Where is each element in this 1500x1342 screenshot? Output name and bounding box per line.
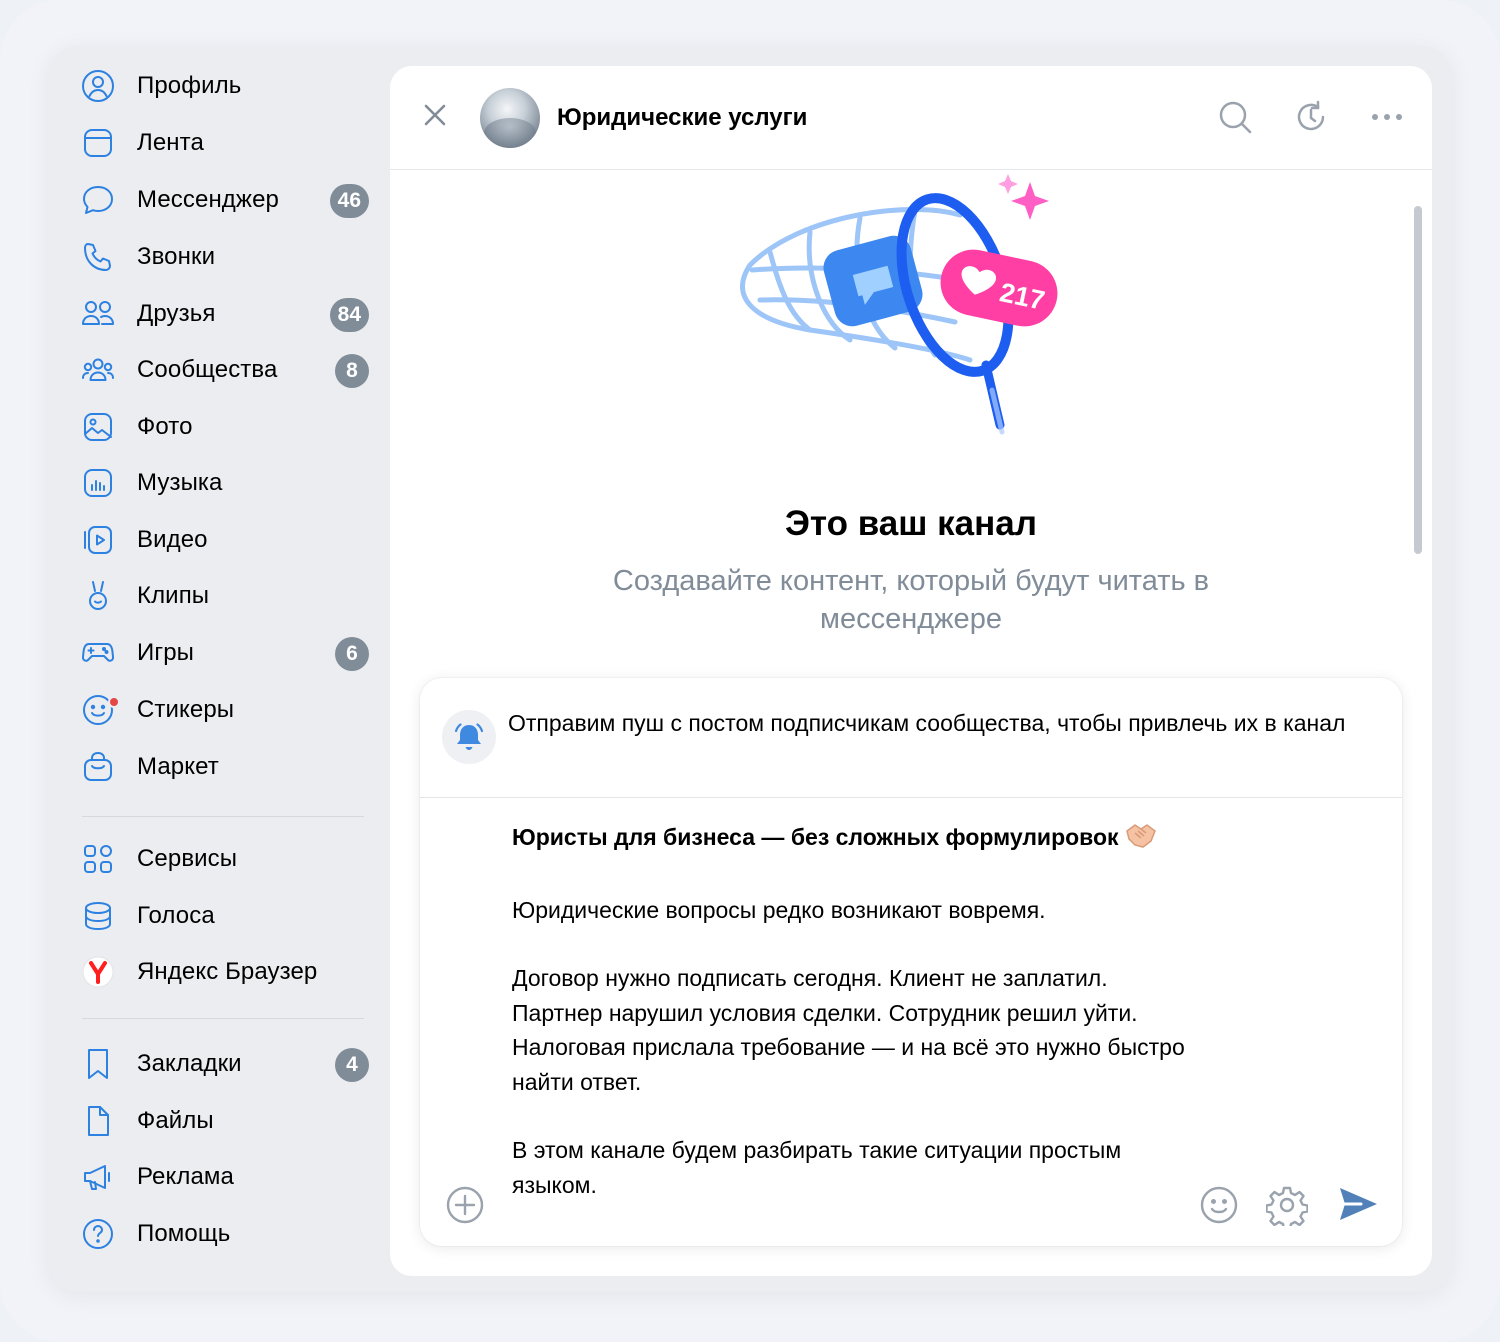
sidebar-item-label: Яндекс Браузер [137, 958, 318, 985]
communities-icon [78, 350, 118, 390]
sidebar-item-games[interactable]: Игры 6 [78, 627, 378, 679]
sidebar-item-messenger[interactable]: Мессенджер 46 [78, 174, 378, 226]
gamepad-icon [78, 633, 118, 673]
sidebar-item-market[interactable]: Маркет [78, 741, 378, 793]
market-icon [78, 747, 118, 787]
sidebar-item-bookmarks[interactable]: Закладки 4 [78, 1038, 378, 1090]
sidebar-item-label: Друзья [137, 300, 216, 327]
sidebar-item-photo[interactable]: Фото [78, 401, 378, 453]
sidebar-item-label: Закладки [137, 1050, 242, 1077]
clips-icon [78, 576, 118, 616]
chat-panel: Юридические услуги 217 Это ваш канал Соз… [390, 66, 1432, 1276]
sidebar-item-label: Профиль [137, 72, 242, 99]
sidebar-item-files[interactable]: Файлы [78, 1095, 378, 1147]
sidebar-item-services[interactable]: Сервисы [78, 833, 378, 885]
history-icon[interactable] [1292, 98, 1330, 136]
page-background: Профиль Лента Мессенджер 46 Звонки Друзь… [0, 0, 1500, 1342]
bookmark-icon [78, 1044, 118, 1084]
search-icon[interactable] [1216, 98, 1254, 136]
megaphone-icon [78, 1157, 118, 1197]
sidebar-item-yandex-browser[interactable]: Яндекс Браузер [78, 946, 378, 998]
sticker-icon [78, 690, 120, 730]
sidebar-divider [82, 816, 364, 817]
push-notice: Отправим пуш с постом подписчикам сообще… [420, 678, 1402, 798]
butterfly-net-illustration: 217 [740, 174, 1058, 435]
post-paragraph: В этом канале будем разбирать такие ситу… [512, 1137, 1122, 1198]
sidebar-item-label: Файлы [137, 1107, 214, 1134]
chat-header: Юридические услуги [390, 66, 1432, 170]
sidebar-item-profile[interactable]: Профиль [78, 60, 378, 112]
close-icon[interactable] [418, 98, 452, 132]
post-paragraph: Юридические вопросы редко возникают вовр… [512, 896, 1046, 923]
send-icon[interactable] [1336, 1182, 1380, 1231]
sidebar-item-label: Сервисы [137, 845, 238, 872]
sidebar-item-label: Стикеры [137, 696, 235, 723]
sidebar-item-calls[interactable]: Звонки [78, 231, 378, 283]
count-badge: 4 [335, 1048, 369, 1082]
sidebar-item-label: Маркет [137, 753, 219, 780]
sidebar-item-label: Клипы [137, 582, 210, 609]
sidebar-item-friends[interactable]: Друзья 84 [78, 288, 378, 340]
scrollbar[interactable] [1414, 206, 1422, 554]
notification-dot [108, 696, 120, 708]
sidebar-item-label: Игры [137, 639, 195, 666]
sidebar-item-label: Сообщества [137, 356, 278, 383]
video-icon [78, 520, 118, 560]
count-badge: 6 [335, 637, 369, 671]
hero-subtitle: Создавайте контент, который будут читать… [612, 565, 1210, 635]
sidebar-item-label: Звонки [137, 243, 216, 270]
sidebar-item-label: Видео [137, 526, 208, 553]
sidebar-item-clips[interactable]: Клипы [78, 570, 378, 622]
sidebar-divider [82, 1018, 364, 1019]
sidebar-item-ads[interactable]: Реклама [78, 1151, 378, 1203]
music-icon [78, 463, 118, 503]
count-badge: 8 [335, 354, 369, 388]
sidebar-item-feed[interactable]: Лента [78, 117, 378, 169]
count-badge: 84 [329, 298, 369, 332]
emoji-icon[interactable] [1198, 1184, 1240, 1231]
chat-title[interactable]: Юридические услуги [557, 104, 807, 132]
post-paragraph: Договор нужно подписать сегодня. Клиент … [512, 965, 1185, 1095]
sidebar-item-stickers[interactable]: Стикеры [78, 684, 378, 736]
sidebar-item-label: Голоса [137, 902, 215, 929]
yandex-browser-icon [78, 952, 118, 992]
app-window: Профиль Лента Мессенджер 46 Звонки Друзь… [48, 46, 1452, 1292]
avatar[interactable] [480, 88, 540, 148]
sidebar-item-label: Музыка [137, 469, 223, 496]
sidebar-item-video[interactable]: Видео [78, 514, 378, 566]
settings-gear-icon[interactable] [1265, 1184, 1309, 1231]
sidebar-item-votes[interactable]: Голоса [78, 890, 378, 942]
hero-title: Это ваш канал [785, 504, 1037, 543]
services-icon [78, 839, 118, 879]
unread-badge: 46 [329, 184, 369, 218]
attach-plus-icon[interactable] [444, 1184, 486, 1231]
photo-icon [78, 407, 118, 447]
friends-icon [78, 294, 118, 334]
push-notice-text: Отправим пуш с постом подписчикам сообще… [508, 710, 1346, 736]
sidebar-item-music[interactable]: Музыка [78, 457, 378, 509]
sidebar-item-label: Помощь [137, 1220, 231, 1247]
sidebar-item-label: Лента [137, 129, 204, 156]
profile-icon [78, 66, 118, 106]
handshake-emoji-icon [1125, 821, 1157, 859]
phone-icon [78, 237, 118, 277]
bell-icon [442, 710, 496, 764]
sidebar: Профиль Лента Мессенджер 46 Звонки Друзь… [48, 46, 388, 1292]
sidebar-item-communities[interactable]: Сообщества 8 [78, 344, 378, 396]
messenger-icon [78, 180, 118, 220]
sidebar-item-label: Мессенджер [137, 186, 279, 213]
sidebar-item-label: Реклама [137, 1163, 234, 1190]
post-text-area[interactable]: Юристы для бизнеса — без сложных формули… [512, 820, 1192, 1202]
sidebar-item-label: Фото [137, 413, 193, 440]
sidebar-item-help[interactable]: Помощь [78, 1208, 378, 1260]
more-icon[interactable] [1368, 98, 1406, 136]
help-icon [78, 1214, 118, 1254]
post-composer: Отправим пуш с постом подписчикам сообще… [420, 678, 1402, 1246]
channel-illustration: 217 [730, 170, 1090, 440]
file-icon [78, 1101, 118, 1141]
feed-icon [78, 123, 118, 163]
votes-icon [78, 896, 118, 936]
post-title: Юристы для бизнеса — без сложных формули… [512, 824, 1119, 850]
